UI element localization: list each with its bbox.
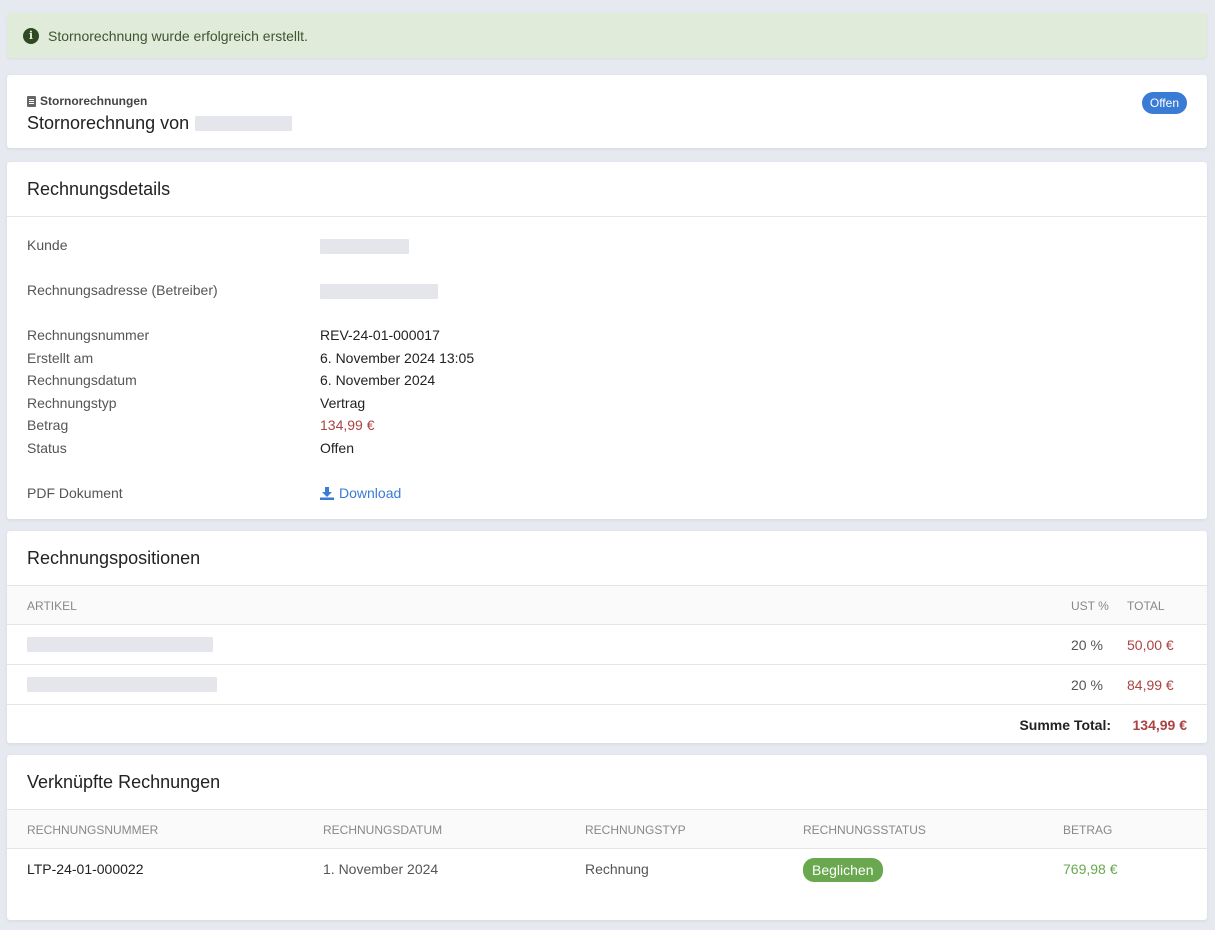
column-header-typ: RECHNUNGSTYP xyxy=(585,823,686,837)
card-title: Verknüpfte Rechnungen xyxy=(7,755,1207,810)
detail-value: REV-24-01-000017 xyxy=(320,327,440,343)
table-header: RECHNUNGSNUMMER RECHNUNGSDATUM RECHNUNGS… xyxy=(7,810,1207,849)
table-row: 20 % 50,00 € xyxy=(7,625,1207,665)
column-header-ust: UST % xyxy=(1071,599,1109,613)
detail-row-datum: Rechnungsdatum 6. November 2024 xyxy=(27,372,435,388)
alert-message: Stornorechnung wurde erfolgreich erstell… xyxy=(48,27,308,44)
redacted-customer-name xyxy=(195,116,293,131)
detail-value: Vertrag xyxy=(320,395,366,411)
linked-invoice-amount: 769,98 € xyxy=(1063,861,1118,877)
invoice-positions-card: Rechnungspositionen ARTIKEL UST % TOTAL … xyxy=(7,531,1207,743)
detail-row-typ: Rechnungstyp Vertrag xyxy=(27,395,365,411)
detail-label: Kunde xyxy=(27,237,68,253)
page-header-card: Stornorechnungen Stornorechnung von Offe… xyxy=(7,75,1207,148)
detail-label: Rechnungsadresse (Betreiber) xyxy=(27,282,218,298)
document-icon xyxy=(27,95,36,107)
detail-label: Betrag xyxy=(27,417,69,433)
row-total: 50,00 € xyxy=(1127,637,1174,653)
success-alert: i Stornorechnung wurde erfolgreich erste… xyxy=(7,13,1207,58)
row-total: 84,99 € xyxy=(1127,677,1174,693)
status-badge-paid: Beglichen xyxy=(803,858,883,882)
linked-invoice-date: 1. November 2024 xyxy=(323,861,439,877)
table-header: ARTIKEL UST % TOTAL xyxy=(7,586,1207,625)
linked-invoices-card: Verknüpfte Rechnungen RECHNUNGSNUMMER RE… xyxy=(7,755,1207,920)
column-header-total: TOTAL xyxy=(1127,599,1165,613)
row-ust: 20 % xyxy=(1071,677,1103,693)
invoice-details-card: Rechnungsdetails Kunde Rechnungsadresse … xyxy=(7,162,1207,519)
column-header-datum: RECHNUNGSDATUM xyxy=(323,823,443,837)
redacted-article-name xyxy=(27,677,217,692)
card-title: Rechnungspositionen xyxy=(7,531,1207,586)
detail-row-erstellt: Erstellt am 6. November 2024 13:05 xyxy=(27,350,474,366)
sum-total-row: Summe Total: 134,99 € xyxy=(7,705,1207,744)
detail-label: Rechnungsdatum xyxy=(27,372,137,388)
detail-value: 6. November 2024 13:05 xyxy=(320,350,475,366)
detail-label: Erstellt am xyxy=(27,350,94,366)
detail-row-pdf: PDF Dokument Download xyxy=(27,485,401,501)
detail-row-kunde: Kunde xyxy=(27,237,409,254)
card-title: Rechnungsdetails xyxy=(7,162,1207,217)
redacted-article-name xyxy=(27,637,213,652)
download-icon xyxy=(320,487,334,500)
detail-value: 6. November 2024 xyxy=(320,372,436,388)
sum-value: 134,99 € xyxy=(1132,717,1188,733)
breadcrumb[interactable]: Stornorechnungen xyxy=(27,94,147,108)
detail-row-nummer: Rechnungsnummer REV-24-01-000017 xyxy=(27,327,440,343)
detail-row-status: Status Offen xyxy=(27,440,354,456)
page-title: Stornorechnung von xyxy=(27,113,293,134)
detail-label: Rechnungsnummer xyxy=(27,327,150,343)
sum-label: Summe Total: xyxy=(1019,717,1111,733)
breadcrumb-label: Stornorechnungen xyxy=(40,94,148,108)
column-header-betrag: BETRAG xyxy=(1063,823,1113,837)
table-row[interactable]: LTP-24-01-000022 1. November 2024 Rechnu… xyxy=(7,849,1207,889)
download-link[interactable]: Download xyxy=(320,485,401,501)
row-ust: 20 % xyxy=(1071,637,1103,653)
info-icon: i xyxy=(23,27,39,44)
page-title-text: Stornorechnung von xyxy=(27,113,190,133)
linked-invoice-number[interactable]: LTP-24-01-000022 xyxy=(27,861,143,877)
detail-label: Rechnungstyp xyxy=(27,395,117,411)
detail-row-adresse: Rechnungsadresse (Betreiber) xyxy=(27,282,438,299)
redacted-address-link[interactable] xyxy=(320,284,438,299)
detail-label: Status xyxy=(27,440,67,456)
column-header-status: RECHNUNGSSTATUS xyxy=(803,823,926,837)
linked-invoice-type: Rechnung xyxy=(585,861,649,877)
column-header-nummer: RECHNUNGSNUMMER xyxy=(27,823,159,837)
table-row: 20 % 84,99 € xyxy=(7,665,1207,705)
detail-value: Offen xyxy=(320,440,354,456)
column-header-artikel: ARTIKEL xyxy=(27,599,77,613)
detail-value-amount: 134,99 € xyxy=(320,417,375,433)
redacted-customer xyxy=(320,239,409,254)
detail-label: PDF Dokument xyxy=(27,485,123,501)
download-label: Download xyxy=(339,485,402,501)
status-badge: Offen xyxy=(1141,92,1187,114)
detail-row-betrag: Betrag 134,99 € xyxy=(27,417,375,433)
